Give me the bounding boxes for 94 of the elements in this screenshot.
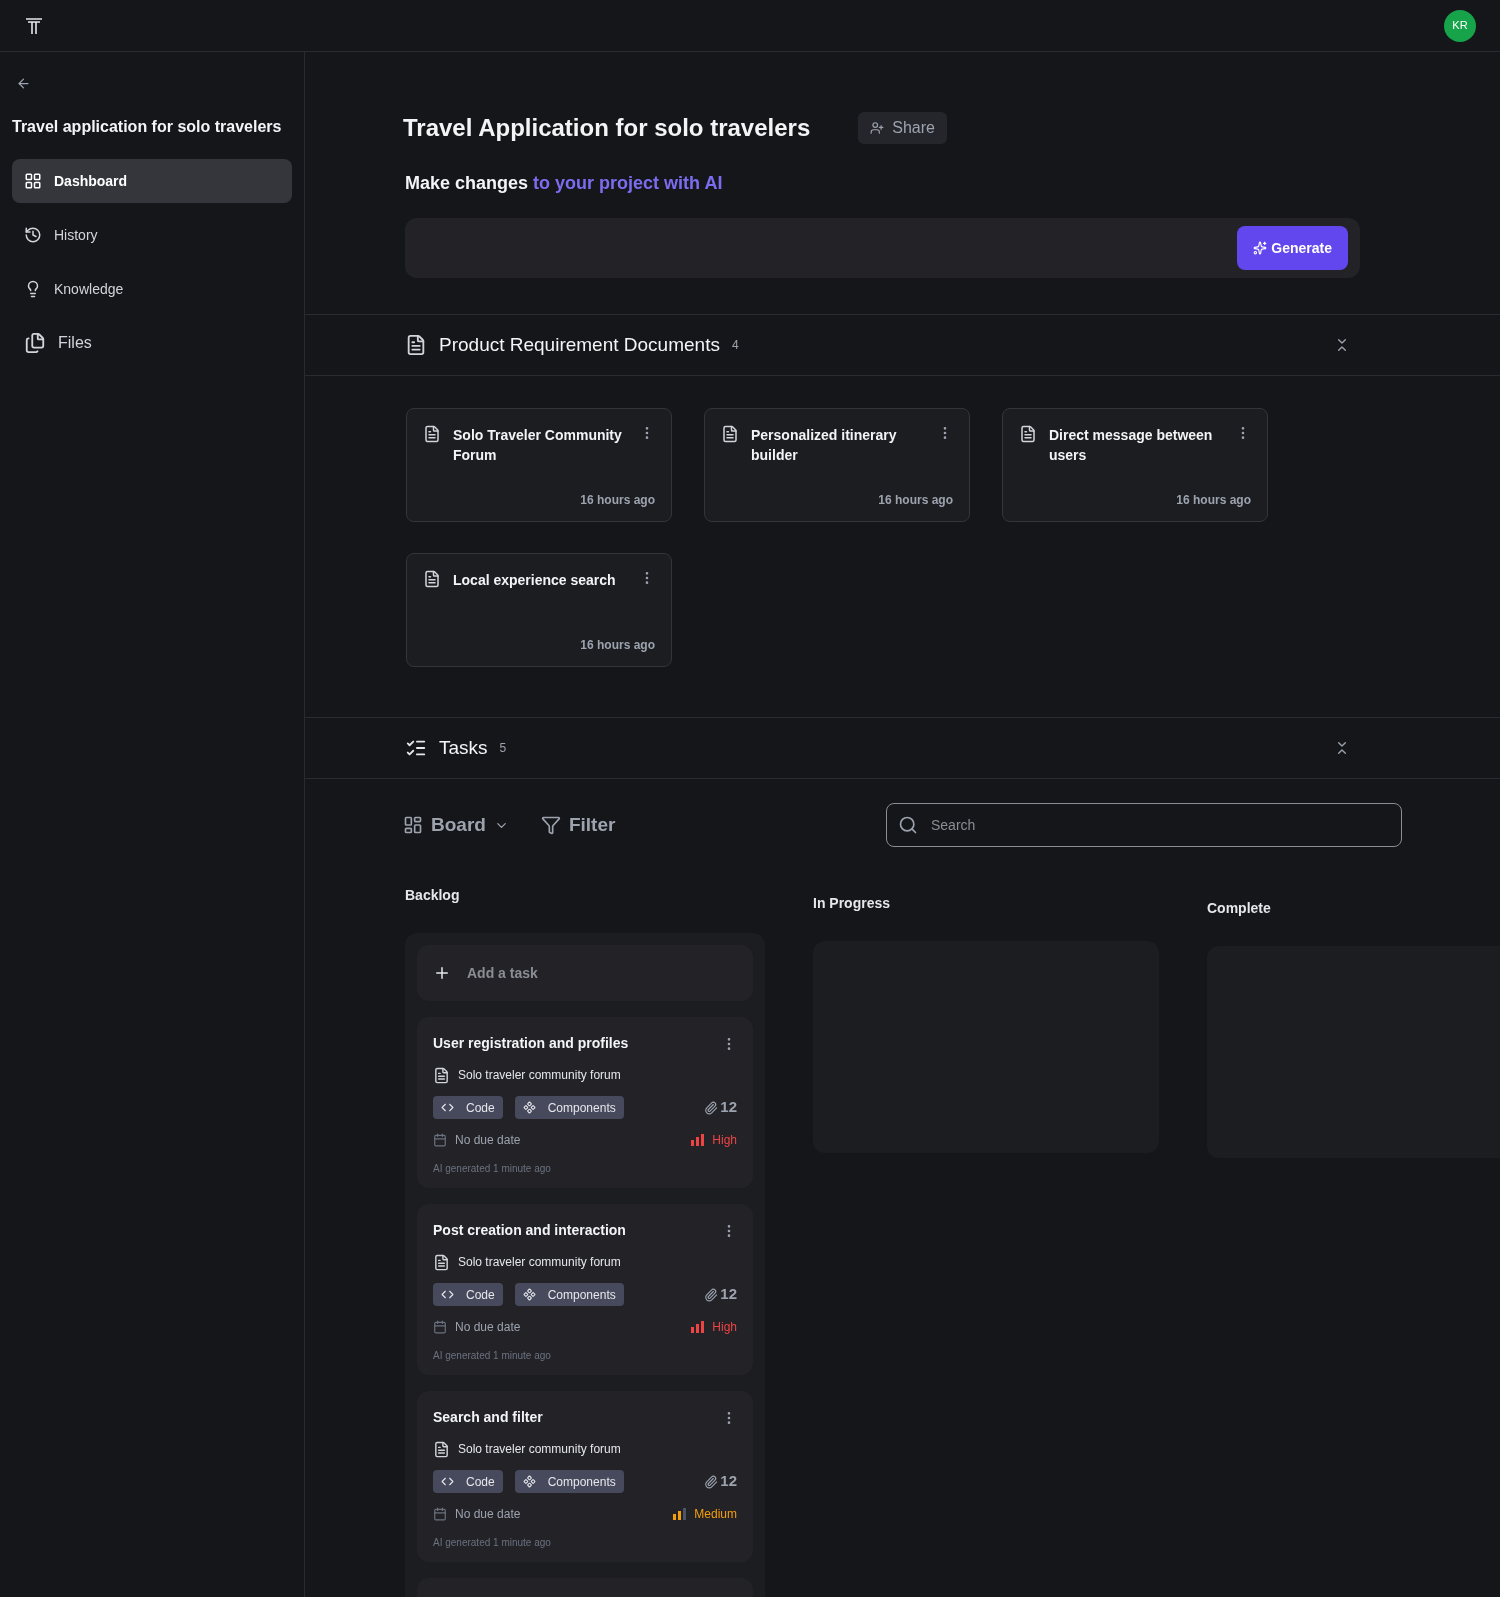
generate-button[interactable]: Generate <box>1237 226 1348 270</box>
user-plus-icon <box>870 121 885 135</box>
sidebar-item[interactable]: History <box>12 213 292 257</box>
paperclip-icon <box>704 1474 719 1489</box>
task-title: Post creation and interaction <box>433 1221 626 1240</box>
back-icon[interactable] <box>16 76 31 91</box>
search-field[interactable]: Search <box>886 803 1402 847</box>
history-icon <box>24 226 42 244</box>
board-icon <box>403 815 423 835</box>
ai-note: AI generated 1 minute ago <box>433 1536 552 1550</box>
components-icon <box>522 1101 536 1114</box>
tag: Code <box>433 1283 503 1306</box>
ai-note: AI generated 1 minute ago <box>433 1162 552 1176</box>
task-document: Solo traveler community forum <box>458 1254 621 1271</box>
board-view-button[interactable]: Board <box>403 810 509 840</box>
files-icon <box>24 332 46 354</box>
document-time: 16 hours ago <box>878 492 953 509</box>
due-date: No due date <box>455 1132 521 1149</box>
column-title: In Progress <box>813 894 892 913</box>
document-icon <box>405 334 427 356</box>
column-title: Complete <box>1207 899 1272 918</box>
sidebar-title: Travel application for solo travelers <box>12 117 283 137</box>
document-icon <box>433 1066 450 1084</box>
document-time: 16 hours ago <box>1176 492 1251 509</box>
paperclip-icon <box>704 1287 719 1302</box>
priority-label: Medium <box>694 1506 737 1523</box>
code-icon <box>441 1475 454 1488</box>
sidebar-item[interactable]: Files <box>12 321 292 365</box>
document-icon <box>433 1440 450 1458</box>
document-icon <box>721 425 739 443</box>
tag: Components <box>514 1470 624 1493</box>
code-icon <box>441 1288 454 1301</box>
calendar-icon <box>433 1507 447 1521</box>
document-time: 16 hours ago <box>580 637 655 654</box>
logo-icon <box>24 15 44 36</box>
paperclip-icon <box>704 1100 719 1115</box>
code-icon <box>441 1101 454 1114</box>
task-title: Search and filter <box>433 1408 543 1427</box>
grid-icon <box>24 172 42 190</box>
priority-label: High <box>712 1132 737 1149</box>
filter-icon <box>540 815 561 835</box>
project-title: Travel Application for solo travelers <box>403 113 811 143</box>
document-card[interactable]: Direct message between users 16 hours ago <box>1002 408 1268 522</box>
due-date: No due date <box>455 1319 521 1336</box>
tag: Code <box>433 1470 503 1493</box>
tag: Code <box>433 1096 503 1119</box>
document-icon <box>1019 425 1037 443</box>
document-time: 16 hours ago <box>580 492 655 509</box>
section-count: 4 <box>731 337 739 354</box>
document-icon <box>423 425 441 443</box>
share-button[interactable]: Share <box>858 112 947 144</box>
search-icon <box>898 815 918 835</box>
section-title: Tasks <box>439 735 488 760</box>
section-title: Product Requirement Documents <box>439 332 720 357</box>
plus-icon <box>433 964 451 982</box>
task-card[interactable]: Search and filter Solo traveler community forum Code Components 12 No due date Medium AI generated 1 minute ago <box>417 1391 753 1562</box>
filter-button[interactable]: Filter <box>540 810 616 840</box>
priority-bars-icon <box>673 1508 687 1520</box>
ai-prompt-label: Make changes to your project with AI <box>405 172 724 195</box>
task-title: User registration and profiles <box>433 1034 629 1053</box>
attachment-count: 12 <box>720 1471 737 1492</box>
calendar-icon <box>433 1320 447 1334</box>
task-document: Solo traveler community forum <box>458 1441 621 1458</box>
tag: Components <box>514 1096 624 1119</box>
task-card[interactable]: User registration and profiles Solo traveler community forum Code Components 12 No due date High AI generated 1 minute ago <box>417 1017 753 1188</box>
attachment-count: 12 <box>720 1284 737 1305</box>
add-task-button[interactable]: Add a task <box>417 945 753 1001</box>
priority-bars-icon <box>691 1321 705 1333</box>
document-title: Solo Traveler Community Forum <box>453 426 623 465</box>
document-card[interactable]: Personalized itinerary builder 16 hours ago <box>704 408 970 522</box>
document-card[interactable]: Local experience search 16 hours ago <box>406 553 672 667</box>
column-title: Backlog <box>405 886 461 905</box>
sidebar-item[interactable]: Knowledge <box>12 267 292 311</box>
calendar-icon <box>433 1133 447 1147</box>
document-card[interactable]: Solo Traveler Community Forum 16 hours ago <box>406 408 672 522</box>
priority-bars-icon <box>691 1134 705 1146</box>
due-date: No due date <box>455 1506 521 1523</box>
priority-label: High <box>712 1319 737 1336</box>
sidebar-item[interactable]: Dashboard <box>12 159 292 203</box>
document-title: Direct message between users <box>1049 426 1214 465</box>
components-icon <box>522 1288 536 1301</box>
sparkles-icon <box>1253 241 1268 255</box>
ai-prompt-field[interactable]: Generate <box>405 218 1360 278</box>
tag: Components <box>514 1283 624 1306</box>
document-icon <box>423 570 441 588</box>
section-count: 5 <box>499 740 507 757</box>
ai-note: AI generated 1 minute ago <box>433 1349 552 1363</box>
task-card[interactable]: Post creation and interaction Solo traveler community forum Code Components 12 No due date High AI generated 1 minute ago <box>417 1204 753 1375</box>
attachment-count: 12 <box>720 1097 737 1118</box>
document-title: Local experience search <box>453 571 617 590</box>
document-title: Personalized itinerary builder <box>751 426 898 465</box>
document-icon <box>433 1253 450 1271</box>
components-icon <box>522 1475 536 1488</box>
task-document: Solo traveler community forum <box>458 1067 621 1084</box>
